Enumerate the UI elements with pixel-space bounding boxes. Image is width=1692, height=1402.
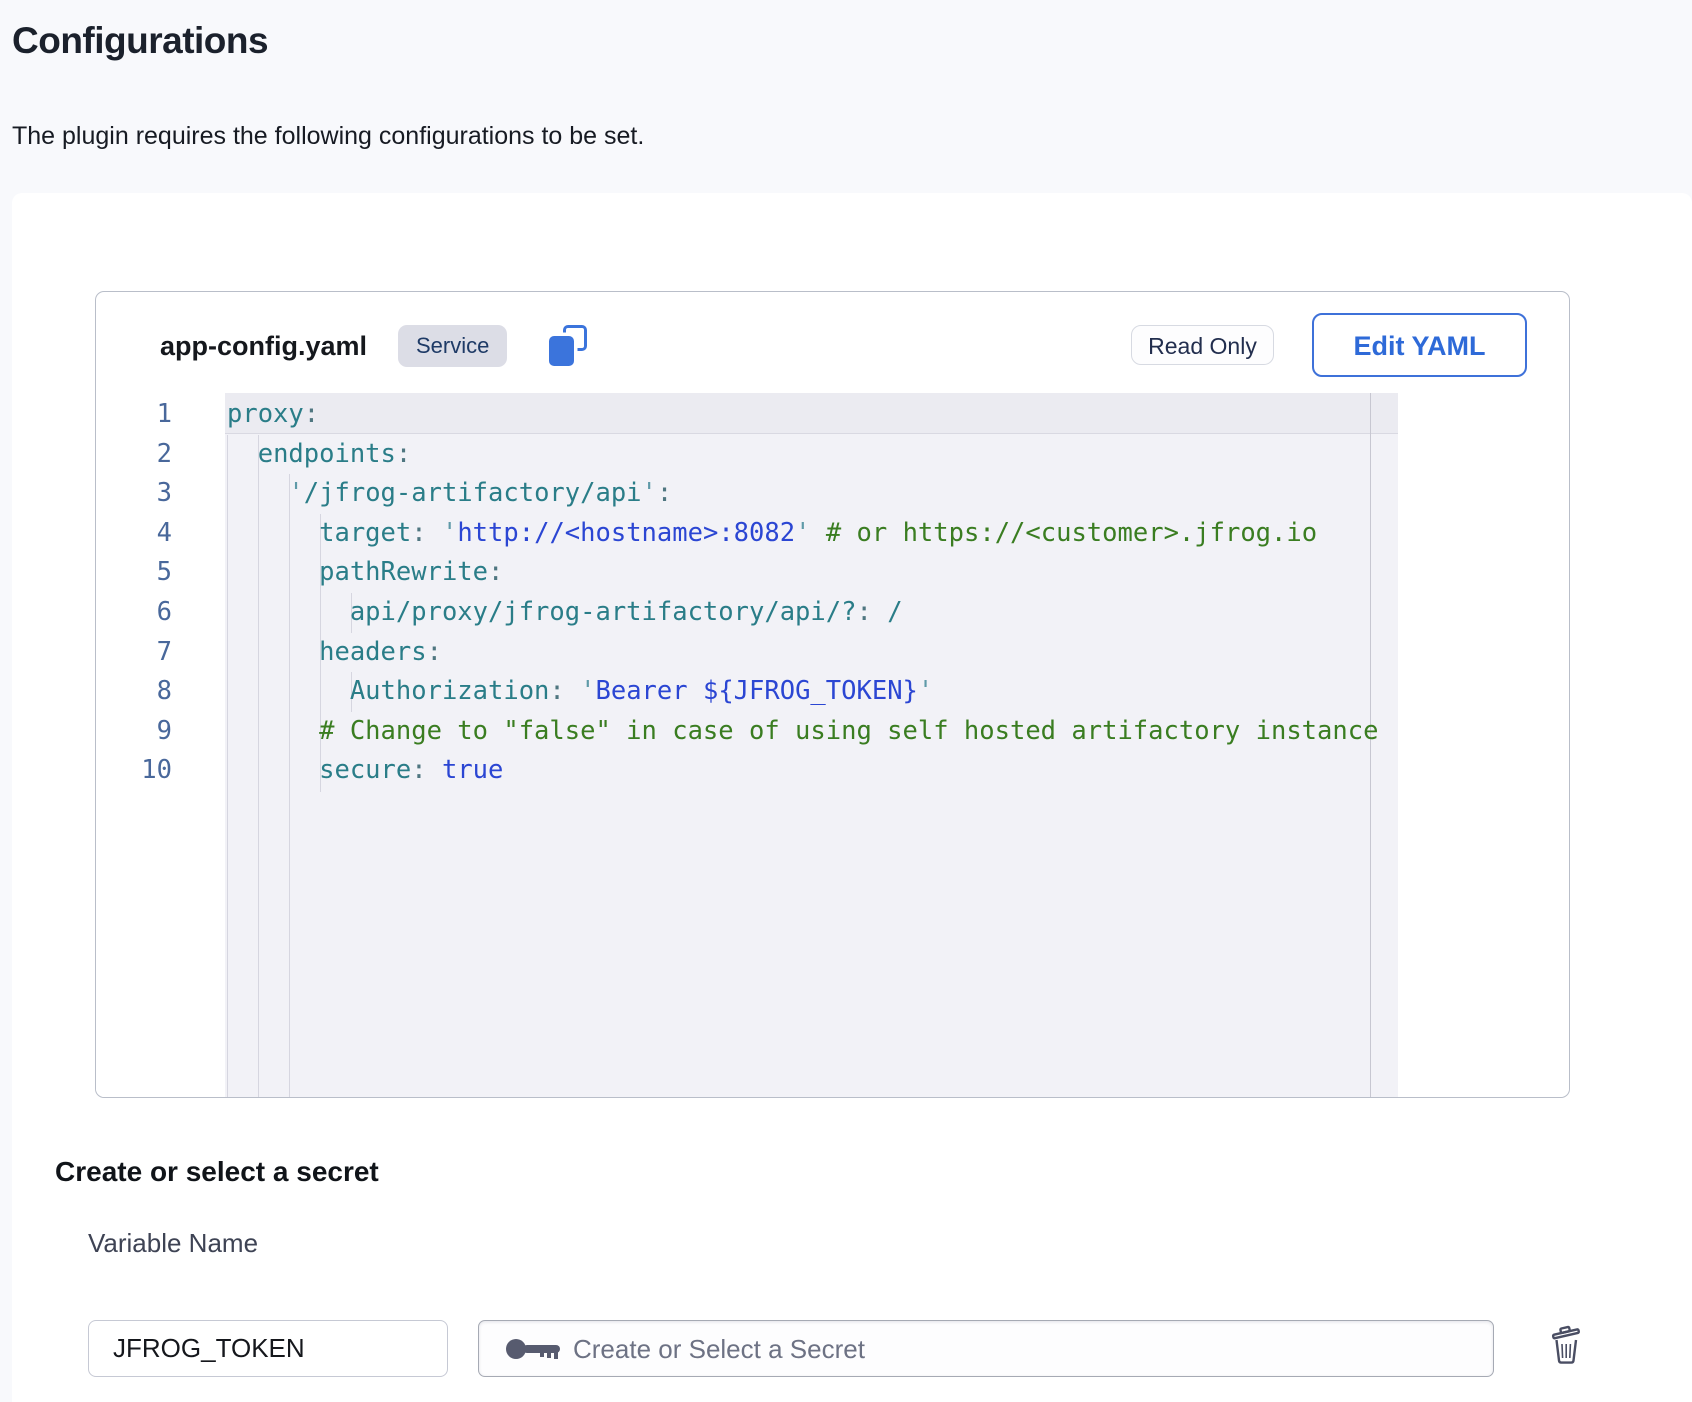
gutter-numbers: 12345678910 (96, 393, 225, 1097)
copy-icon[interactable] (546, 324, 590, 368)
secret-section-heading: Create or select a secret (55, 1156, 379, 1188)
page: Configurations The plugin requires the f… (0, 0, 1692, 1402)
code-line: secure: true (227, 751, 1398, 791)
line-number: 7 (96, 633, 172, 673)
line-number: 1 (96, 395, 172, 435)
line-number: 10 (96, 751, 172, 791)
code-line: '/jfrog-artifactory/api': (227, 474, 1398, 514)
secret-select-input[interactable] (571, 1321, 1465, 1378)
variable-name-input[interactable] (88, 1320, 448, 1377)
code-area[interactable]: proxy: endpoints: '/jfrog-artifactory/ap… (225, 393, 1398, 1097)
editor-card-header: app-config.yaml Service Read Only Edit Y… (96, 292, 1569, 392)
line-number: 8 (96, 672, 172, 712)
delete-secret-button[interactable] (1542, 1322, 1590, 1370)
code-editor[interactable]: 12345678910 proxy: endpoints: '/jfrog-ar… (96, 393, 1569, 1097)
code-line: pathRewrite: (227, 553, 1398, 593)
key-icon (505, 1336, 563, 1362)
line-number: 3 (96, 474, 172, 514)
code-line: # Change to "false" in case of using sel… (227, 712, 1398, 752)
trash-icon (1548, 1325, 1584, 1365)
line-number: 2 (96, 435, 172, 475)
page-subtitle: The plugin requires the following config… (12, 122, 644, 151)
filename-label: app-config.yaml (160, 331, 367, 362)
edit-yaml-button[interactable]: Edit YAML (1312, 313, 1527, 377)
code-line: headers: (227, 633, 1398, 673)
secret-select-field[interactable] (478, 1320, 1494, 1377)
code-line: proxy: (227, 395, 1398, 435)
code-line: Authorization: 'Bearer ${JFROG_TOKEN}' (227, 672, 1398, 712)
code-line: target: 'http://<hostname>:8082' # or ht… (227, 514, 1398, 554)
line-number: 9 (96, 712, 172, 752)
copy-icon-front (549, 336, 574, 366)
yaml-editor-card: app-config.yaml Service Read Only Edit Y… (95, 291, 1570, 1098)
line-number: 6 (96, 593, 172, 633)
code-line: api/proxy/jfrog-artifactory/api/?: / (227, 593, 1398, 633)
read-only-badge: Read Only (1131, 325, 1274, 365)
page-title: Configurations (12, 20, 268, 62)
variable-name-label: Variable Name (88, 1228, 258, 1259)
code-line: endpoints: (227, 435, 1398, 475)
line-number: 4 (96, 514, 172, 554)
code-lines: proxy: endpoints: '/jfrog-artifactory/ap… (225, 393, 1398, 791)
service-badge: Service (398, 325, 507, 367)
line-number: 5 (96, 553, 172, 593)
